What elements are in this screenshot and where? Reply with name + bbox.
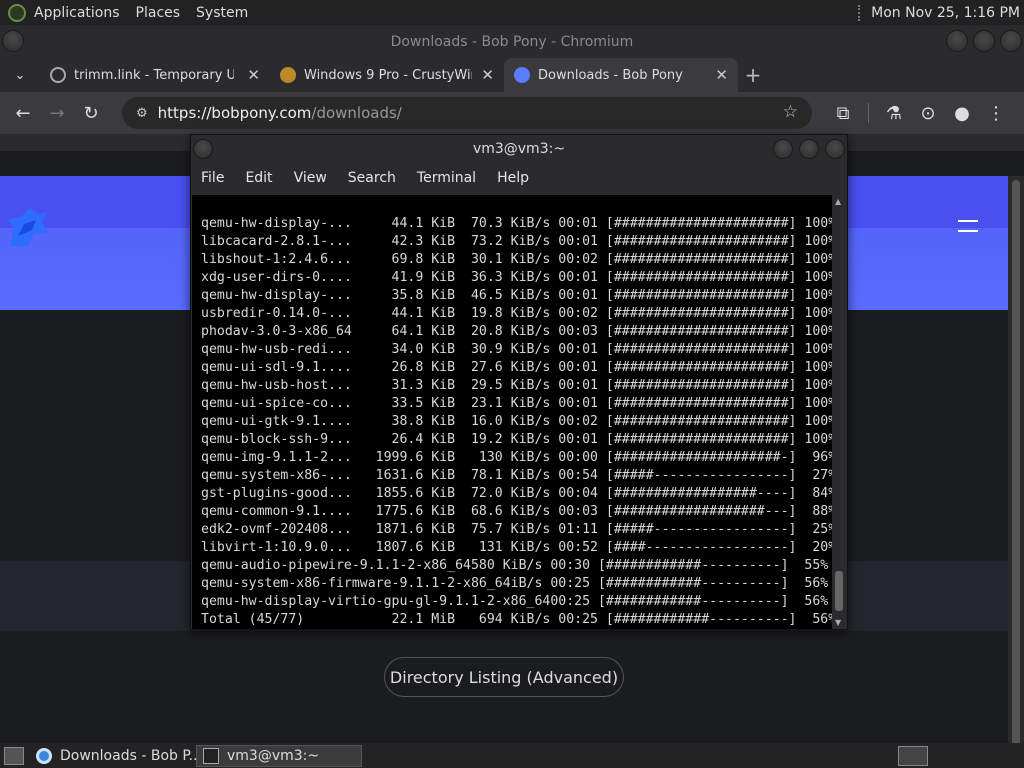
bookmark-star-icon[interactable]: ☆ — [783, 102, 798, 122]
terminal-line: qemu-ui-spice-co... 33.5 KiB 23.1 KiB/s … — [201, 396, 832, 411]
top-panel: Applications Places System Mon Nov 25, 1… — [0, 0, 1024, 25]
terminal-line: qemu-ui-gtk-9.1.... 38.8 KiB 16.0 KiB/s … — [201, 414, 832, 429]
workspace-switcher[interactable] — [898, 746, 928, 766]
bottom-taskbar: Downloads - Bob P... vm3@vm3:~ — [0, 743, 1024, 768]
hamburger-menu-icon[interactable] — [958, 220, 978, 232]
taskbar-item-terminal[interactable]: vm3@vm3:~ — [196, 744, 362, 767]
page-scrollbar-thumb[interactable] — [1012, 180, 1020, 747]
address-bar[interactable]: ⚙ https://bobpony.com/downloads/ ☆ — [122, 97, 812, 129]
tab-downloads[interactable]: Downloads - Bob Pony ✕ — [504, 58, 738, 92]
browser-toolbar: ← → ↻ ⚙ https://bobpony.com/downloads/ ☆… — [0, 92, 1024, 134]
tab-windows9[interactable]: Windows 9 Pro - CrustyWind ✕ — [270, 58, 504, 92]
menu-view[interactable]: View — [294, 170, 327, 186]
maximize-button[interactable] — [973, 30, 995, 52]
menu-terminal[interactable]: Terminal — [417, 170, 476, 186]
menu-edit[interactable]: Edit — [245, 170, 272, 186]
applications-menu[interactable]: Applications — [34, 5, 120, 21]
clock[interactable]: Mon Nov 25, 1:16 PM — [871, 5, 1020, 21]
terminal-window-menu-button[interactable] — [193, 139, 213, 159]
reload-icon[interactable]: ↻ — [74, 96, 108, 130]
terminal-line: qemu-hw-usb-host... 31.3 KiB 29.5 KiB/s … — [201, 378, 832, 393]
back-icon[interactable]: ← — [6, 96, 40, 130]
pony-logo-icon[interactable] — [4, 206, 50, 252]
browser-titlebar[interactable]: Downloads - Bob Pony - Chromium — [0, 25, 1024, 58]
directory-listing-button[interactable]: Directory Listing (Advanced) — [384, 657, 624, 697]
chromium-icon — [36, 747, 52, 764]
terminal-line: Total (45/77) 22.1 MiB 694 KiB/s 00:25 [… — [201, 612, 832, 627]
globe-icon — [50, 67, 66, 83]
terminal-line: qemu-hw-display-... 44.1 KiB 70.3 KiB/s … — [201, 216, 832, 231]
terminal-line: qemu-system-x86-... 1631.6 KiB 78.1 KiB/… — [201, 468, 832, 483]
terminal-line: gst-plugins-good... 1855.6 KiB 72.0 KiB/… — [201, 486, 832, 501]
scroll-down-icon[interactable]: ▼ — [835, 618, 841, 627]
terminal-minimize-button[interactable] — [773, 139, 793, 159]
taskbar-item-browser[interactable]: Downloads - Bob P... — [30, 745, 202, 767]
system-menu[interactable]: System — [196, 5, 248, 21]
show-desktop-icon[interactable] — [4, 746, 24, 765]
terminal-scrollbar-thumb[interactable] — [835, 571, 843, 611]
profile-icon[interactable]: ● — [945, 96, 979, 130]
terminal-line: qemu-hw-display-virtio-gpu-gl-9.1.1-2-x8… — [201, 594, 829, 609]
scroll-up-icon[interactable]: ▲ — [835, 197, 841, 206]
menu-kebab-icon[interactable]: ⋮ — [979, 96, 1013, 130]
menu-file[interactable]: File — [201, 170, 224, 186]
tab-label: Windows 9 Pro - CrustyWind — [304, 67, 472, 83]
terminal-scrollbar[interactable]: ▲ ▼ — [833, 195, 845, 629]
terminal-title: vm3@vm3:~ — [472, 141, 566, 157]
close-tab-icon[interactable]: ✕ — [707, 66, 728, 84]
new-tab-icon[interactable]: + — [738, 63, 768, 87]
terminal-line: qemu-audio-pipewire-9.1.1-2-x86_64580 Ki… — [201, 558, 829, 573]
labs-flask-icon[interactable]: ⚗ — [877, 96, 911, 130]
close-tab-icon[interactable]: ✕ — [239, 66, 260, 84]
terminal-maximize-button[interactable] — [799, 139, 819, 159]
tab-strip: ⌄ trimm.link - Temporary URL ✕ Windows 9… — [0, 58, 1024, 92]
tab-label: trimm.link - Temporary URL — [74, 67, 234, 83]
terminal-titlebar[interactable]: vm3@vm3:~ — [191, 135, 847, 163]
menu-search[interactable]: Search — [348, 170, 396, 186]
window-menu-button[interactable] — [2, 30, 24, 52]
url-host: https://bobpony.com — [157, 104, 312, 122]
browser-window-title: Downloads - Bob Pony - Chromium — [390, 33, 634, 50]
toolbar-divider — [868, 103, 869, 123]
terminal-line: qemu-img-9.1.1-2... 1999.6 KiB 130 KiB/s… — [201, 450, 832, 465]
terminal-line: qemu-hw-usb-redi... 34.0 KiB 30.9 KiB/s … — [201, 342, 832, 357]
close-tab-icon[interactable]: ✕ — [473, 66, 494, 84]
terminal-line: libcacard-2.8.1-... 42.3 KiB 73.2 KiB/s … — [201, 234, 832, 249]
distro-logo-icon[interactable] — [8, 3, 26, 22]
terminal-menubar: File Edit View Search Terminal Help — [191, 163, 847, 193]
tab-label: Downloads - Bob Pony — [538, 67, 683, 83]
terminal-line: libvirt-1:10.9.0... 1807.6 KiB 131 KiB/s… — [201, 540, 832, 555]
terminal-window: vm3@vm3:~ File Edit View Search Terminal… — [190, 134, 848, 630]
site-info-icon[interactable]: ⚙ — [136, 106, 148, 121]
terminal-line: qemu-block-ssh-9... 26.4 KiB 19.2 KiB/s … — [201, 432, 832, 447]
terminal-line: edk2-ovmf-202408... 1871.6 KiB 75.7 KiB/… — [201, 522, 832, 537]
settings-icon — [280, 67, 296, 83]
terminal-line: qemu-ui-sdl-9.1.... 26.8 KiB 27.6 KiB/s … — [201, 360, 832, 375]
terminal-line: qemu-system-x86-firmware-9.1.1-2-x86_64i… — [201, 576, 829, 591]
terminal-close-button[interactable] — [825, 139, 845, 159]
terminal-line: phodav-3.0-3-x86_64 64.1 KiB 20.8 KiB/s … — [201, 324, 832, 339]
terminal-line: qemu-common-9.1.... 1775.6 KiB 68.6 KiB/… — [201, 504, 832, 519]
terminal-output[interactable]: qemu-hw-display-... 44.1 KiB 70.3 KiB/s … — [192, 195, 832, 629]
download-icon[interactable]: ⊙ — [911, 96, 945, 130]
panel-grip-icon — [858, 4, 863, 21]
taskbar-item-label: Downloads - Bob P... — [60, 747, 202, 764]
page-scrollbar[interactable] — [1008, 176, 1024, 747]
minimize-button[interactable] — [946, 30, 968, 52]
forward-icon[interactable]: → — [40, 96, 74, 130]
taskbar-item-label: vm3@vm3:~ — [227, 747, 320, 764]
terminal-line: libshout-1:2.4.6... 69.8 KiB 30.1 KiB/s … — [201, 252, 832, 267]
terminal-line: qemu-hw-display-... 35.8 KiB 46.5 KiB/s … — [201, 288, 832, 303]
close-window-button[interactable] — [1000, 30, 1022, 52]
menu-help[interactable]: Help — [497, 170, 529, 186]
tab-trimm[interactable]: trimm.link - Temporary URL ✕ — [40, 58, 270, 92]
extensions-icon[interactable]: ⧉ — [826, 96, 860, 130]
pony-icon — [514, 67, 530, 83]
url-path: /downloads/ — [311, 104, 402, 122]
terminal-line: usbredir-0.14.0-... 44.1 KiB 19.8 KiB/s … — [201, 306, 832, 321]
terminal-icon — [203, 747, 219, 764]
terminal-line: xdg-user-dirs-0.... 41.9 KiB 36.3 KiB/s … — [201, 270, 832, 285]
places-menu[interactable]: Places — [136, 5, 181, 21]
tab-search-icon[interactable]: ⌄ — [0, 68, 40, 83]
